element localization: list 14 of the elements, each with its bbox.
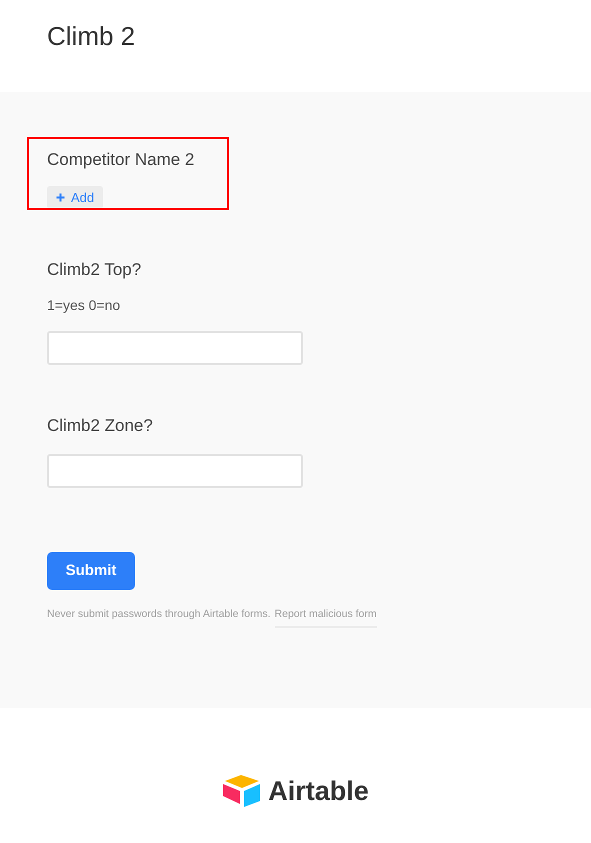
plus-icon bbox=[56, 193, 65, 202]
field-label: Climb2 Zone? bbox=[47, 415, 153, 437]
add-button[interactable]: Add bbox=[47, 186, 104, 209]
field-description: 1=yes 0=no bbox=[47, 296, 120, 314]
input-field[interactable] bbox=[47, 331, 303, 365]
cube-logo-icon bbox=[222, 774, 262, 808]
notice-text: Never submit passwords through Airtable forms. bbox=[47, 607, 271, 622]
brand-name: Airtable bbox=[268, 775, 369, 807]
report-link[interactable]: Report malicious form bbox=[274, 607, 377, 628]
input-field[interactable] bbox=[47, 454, 303, 488]
submit-button[interactable]: Submit bbox=[47, 552, 135, 590]
form-title: Climb 2 bbox=[47, 20, 136, 52]
field-label: Climb2 Top? bbox=[47, 259, 142, 281]
field-label: Competitor Name 2 bbox=[47, 149, 194, 171]
